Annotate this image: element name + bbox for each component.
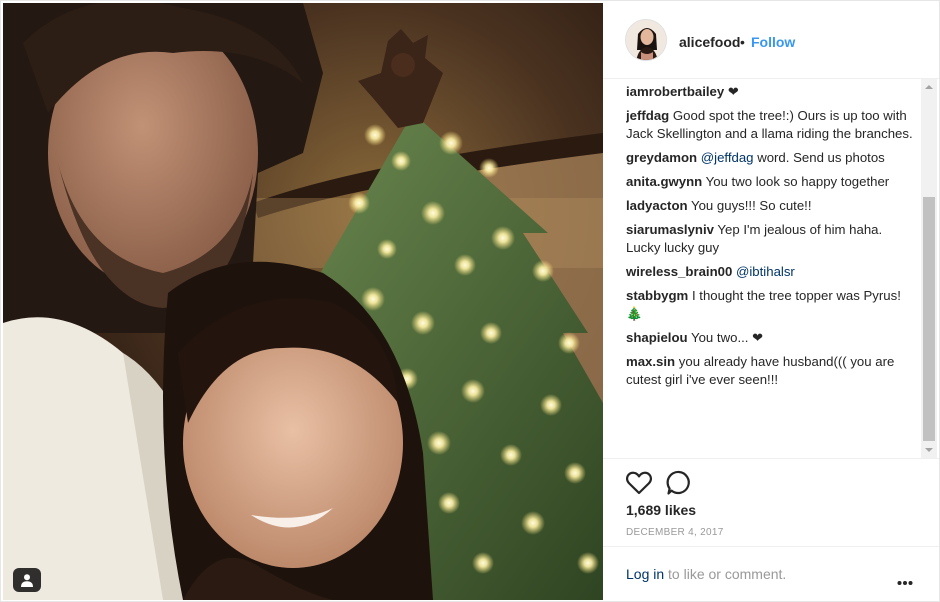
comment-mention[interactable]: @ibtihalsr <box>736 264 795 279</box>
comment-item: wireless_brain00 @ibtihalsr <box>626 263 916 281</box>
login-prompt-text: to like or comment. <box>668 566 787 582</box>
comment-item: greydamon @jeffdag word. Send us photos <box>626 149 916 167</box>
comment-item: ladyacton You guys!!! So cute!! <box>626 197 916 215</box>
comment-icon <box>666 470 690 495</box>
login-prompt: Log in to like or comment. <box>626 566 786 582</box>
triangle-down-icon <box>925 448 933 452</box>
user-tag-button[interactable] <box>13 568 41 592</box>
comment-text: You guys!!! So cute!! <box>691 198 812 213</box>
comment-item: stabbygm I thought the tree topper was P… <box>626 287 916 323</box>
comment-item: max.sin you already have husband((( you … <box>626 353 916 389</box>
login-link[interactable]: Log in <box>626 566 664 582</box>
comment-username[interactable]: iamrobertbailey <box>626 84 724 99</box>
triangle-up-icon <box>925 85 933 89</box>
post-footer: Log in to like or comment. <box>603 546 939 600</box>
comment-text: You two... ❤ <box>691 330 764 345</box>
comment-username[interactable]: anita.gwynn <box>626 174 702 189</box>
author-username[interactable]: alicefood <box>679 34 740 50</box>
comment-mention[interactable]: @jeffdag <box>701 150 754 165</box>
comment-username[interactable]: greydamon <box>626 150 697 165</box>
separator-dot: • <box>740 34 745 50</box>
post-header: alicefood • Follow <box>603 3 939 79</box>
comment-username[interactable]: wireless_brain00 <box>626 264 732 279</box>
comment-text: You two look so happy together <box>705 174 890 189</box>
avatar-image <box>626 20 666 60</box>
scroll-up-arrow[interactable] <box>921 79 937 95</box>
comment-username[interactable]: stabbygm <box>626 288 688 303</box>
comment-username[interactable]: jeffdag <box>626 108 669 123</box>
more-options-button[interactable] <box>897 573 913 585</box>
like-button[interactable] <box>625 469 653 497</box>
comment-item: iamrobertbailey ❤ <box>626 83 916 101</box>
comment-text: Good spot the tree!:) Ours is up too wit… <box>626 108 913 141</box>
comment-username[interactable]: ladyacton <box>626 198 688 213</box>
comment-item: siarumaslyniv Yep I'm jealous of him hah… <box>626 221 916 257</box>
post-actions: 1,689 likes DECEMBER 4, 2017 <box>603 458 939 548</box>
comment-text: ❤ <box>727 84 739 99</box>
heart-icon <box>625 471 653 495</box>
comment-item: jeffdag Good spot the tree!:) Ours is up… <box>626 107 916 143</box>
follow-button[interactable]: Follow <box>751 34 795 50</box>
photo-illustration <box>3 3 603 600</box>
likes-count[interactable]: 1,689 likes <box>626 502 696 518</box>
post-date[interactable]: DECEMBER 4, 2017 <box>626 527 724 538</box>
instagram-post: alicefood • Follow iamrobertbailey ❤ jef… <box>0 0 940 602</box>
avatar[interactable] <box>625 19 667 61</box>
comment-item: shapielou You two... ❤ <box>626 329 916 347</box>
comments-scrollbar[interactable] <box>921 79 937 458</box>
scrollbar-thumb[interactable] <box>923 197 935 441</box>
scroll-down-arrow[interactable] <box>921 442 937 458</box>
post-sidebar: alicefood • Follow iamrobertbailey ❤ jef… <box>603 3 939 600</box>
user-tag-icon <box>21 574 33 587</box>
comment-username[interactable]: max.sin <box>626 354 675 369</box>
comment-text: word. Send us photos <box>757 150 885 165</box>
more-options-icon <box>897 581 913 585</box>
comment-username[interactable]: siarumaslyniv <box>626 222 714 237</box>
comment-button[interactable] <box>665 469 693 497</box>
comment-username[interactable]: shapielou <box>626 330 688 345</box>
comment-item: anita.gwynn You two look so happy togeth… <box>626 173 916 191</box>
comments-list: iamrobertbailey ❤ jeffdag Good spot the … <box>626 83 916 455</box>
post-photo[interactable] <box>3 3 603 600</box>
